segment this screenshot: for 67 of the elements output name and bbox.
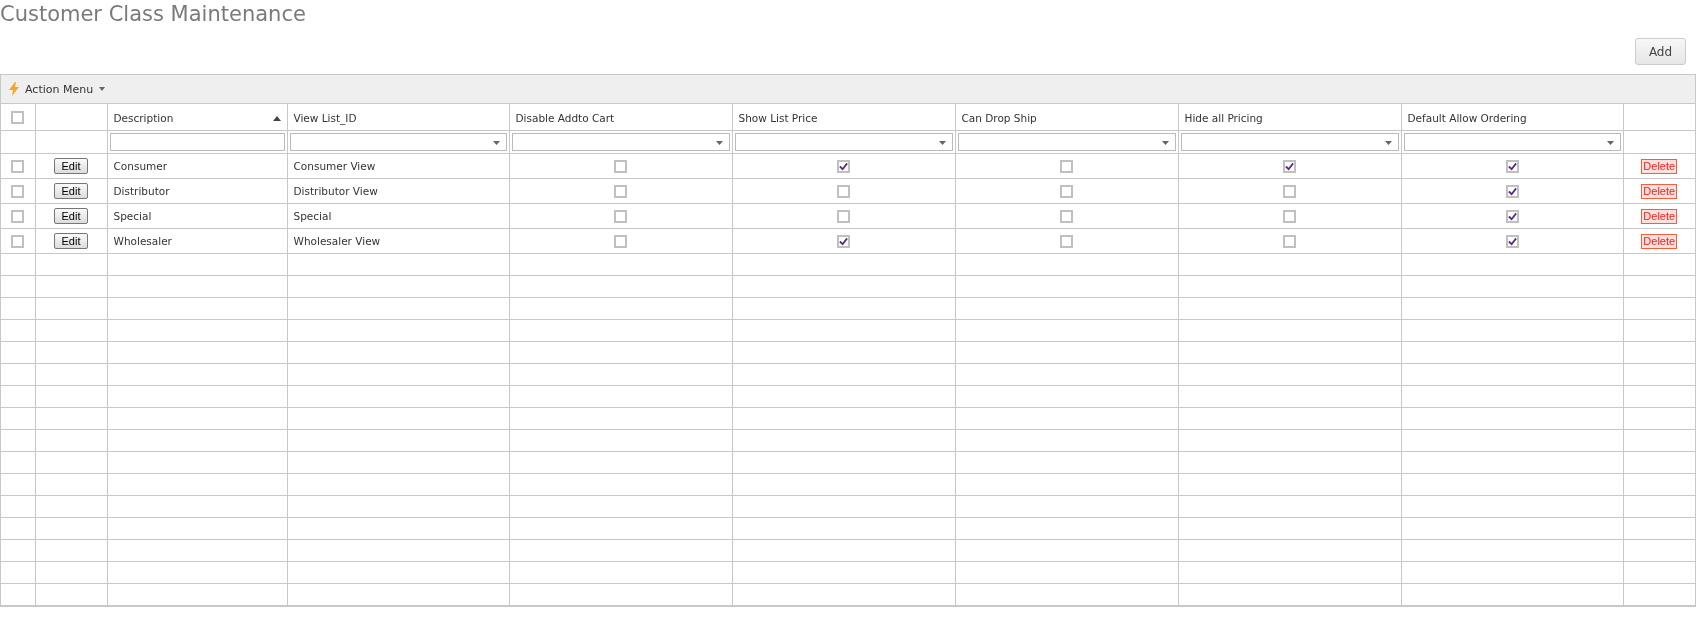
lightning-icon — [9, 82, 19, 96]
column-header[interactable]: Show List Price — [732, 103, 955, 131]
action-menu-label: Action Menu — [25, 82, 94, 96]
checkbox[interactable] — [1060, 184, 1073, 198]
table-cell: Wholesaler View — [287, 228, 509, 254]
checkbox[interactable] — [1505, 234, 1519, 248]
edit-button[interactable]: Edit — [54, 233, 88, 249]
checkbox[interactable] — [837, 184, 850, 198]
caret-icon — [1384, 141, 1392, 145]
checkbox[interactable] — [11, 110, 25, 124]
filter-dropdown[interactable] — [1403, 133, 1621, 151]
filter-dropdown[interactable] — [289, 133, 507, 151]
checkbox[interactable] — [1283, 209, 1296, 223]
caret-icon — [492, 141, 500, 145]
action-menu-button[interactable]: Action Menu — [9, 82, 106, 96]
edit-button[interactable]: Edit — [54, 208, 88, 224]
column-header[interactable]: Disable Addto Cart — [509, 103, 732, 131]
caret-icon — [99, 87, 106, 91]
checkbox[interactable] — [1283, 184, 1296, 198]
table-cell: Special — [107, 203, 287, 229]
checkbox[interactable] — [1505, 209, 1519, 223]
checkbox[interactable] — [614, 159, 627, 173]
column-header[interactable]: Description — [107, 103, 287, 131]
table-cell: Wholesaler — [107, 228, 287, 254]
filter-dropdown[interactable] — [734, 133, 953, 151]
checkbox[interactable] — [1505, 184, 1519, 198]
caret-icon — [1161, 141, 1169, 145]
column-header[interactable]: Hide all Pricing — [1178, 103, 1401, 131]
caret-icon — [938, 141, 946, 145]
filter-dropdown[interactable] — [957, 133, 1176, 151]
filter-dropdown[interactable] — [1180, 133, 1399, 151]
checkbox[interactable] — [614, 184, 627, 198]
column-header[interactable]: Can Drop Ship — [955, 103, 1178, 131]
table-cell: Consumer View — [287, 153, 509, 179]
edit-button[interactable]: Edit — [54, 183, 88, 199]
column-header[interactable]: Default Allow Ordering — [1401, 103, 1623, 131]
delete-button[interactable]: Delete — [1641, 233, 1678, 249]
page-title: Customer Class Maintenance — [0, 1, 307, 28]
delete-button[interactable]: Delete — [1641, 208, 1678, 224]
caret-icon — [1606, 141, 1614, 145]
checkbox[interactable] — [1283, 234, 1296, 248]
table-cell: Distributor View — [287, 178, 509, 204]
checkbox[interactable] — [1283, 159, 1296, 173]
edit-button[interactable]: Edit — [54, 158, 88, 174]
caret-icon — [715, 141, 723, 145]
checkbox[interactable] — [614, 209, 627, 223]
add-button[interactable]: Add — [1635, 38, 1686, 65]
checkbox[interactable] — [837, 209, 850, 223]
checkbox[interactable] — [1060, 234, 1073, 248]
checkbox[interactable] — [614, 234, 627, 248]
checkbox[interactable] — [11, 209, 25, 223]
checkbox[interactable] — [11, 234, 25, 248]
column-header[interactable]: View List_ID — [287, 103, 509, 131]
checkbox[interactable] — [11, 184, 25, 198]
checkbox[interactable] — [837, 159, 850, 173]
checkbox[interactable] — [1060, 159, 1073, 173]
filter-field[interactable] — [109, 133, 285, 151]
delete-button[interactable]: Delete — [1641, 183, 1678, 199]
table-cell: Special — [287, 203, 509, 229]
checkbox[interactable] — [837, 234, 850, 248]
checkbox[interactable] — [1060, 209, 1073, 223]
checkbox[interactable] — [1505, 159, 1519, 173]
table-cell: Consumer — [107, 153, 287, 179]
checkbox[interactable] — [11, 159, 25, 173]
delete-button[interactable]: Delete — [1641, 158, 1678, 174]
table-cell: Distributor — [107, 178, 287, 204]
filter-dropdown[interactable] — [511, 133, 730, 151]
